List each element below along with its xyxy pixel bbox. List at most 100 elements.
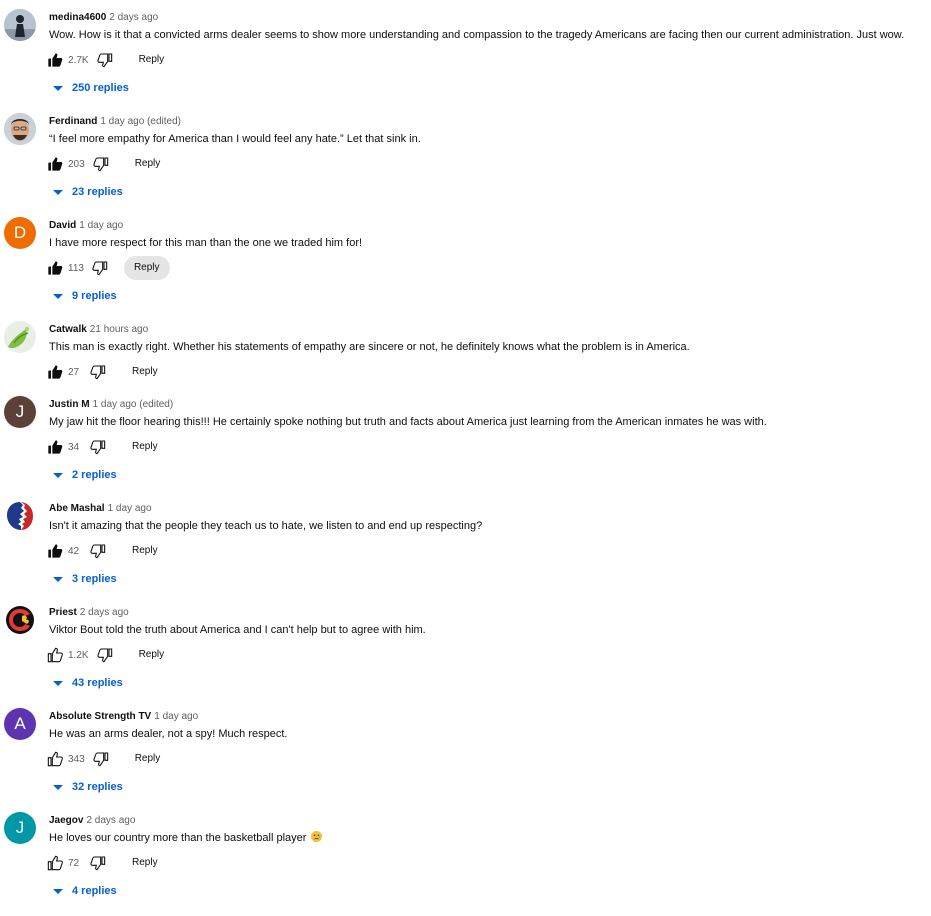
author-name[interactable]: medina4600 [49,12,106,23]
view-replies-button[interactable]: 32 replies [53,781,123,793]
thumbs-up-outline-icon [47,647,63,663]
thumbs-up-icon [48,544,63,558]
avatar[interactable] [4,604,36,636]
reply-button[interactable]: Reply [125,152,171,176]
comment-actions: 113 Reply [47,256,170,280]
comment-time[interactable]: 1 day ago [154,711,198,722]
reply-button[interactable]: Reply [129,643,175,667]
comment-actions: 2.7K Reply [47,48,174,72]
like-button[interactable] [47,647,63,663]
comment-text: Isn't it amazing that the people they te… [49,520,483,532]
comment-text: He loves our country more than the baske… [49,831,323,846]
reply-button[interactable]: Reply [125,747,171,771]
comment-thread: Ferdinand 1 day ago (edited) “I feel more… [0,113,931,217]
thumbs-up-outline-icon [47,751,63,767]
like-button[interactable] [47,543,63,559]
avatar[interactable]: A [4,708,36,740]
dislike-button[interactable] [93,751,109,767]
author-name[interactable]: Abe Mashal [49,503,105,514]
avatar[interactable]: D [4,217,36,249]
comment-thread: J Justin M1 day ago (edited) My jaw hit … [0,396,931,500]
dislike-button[interactable] [96,647,113,663]
author-name[interactable]: Absolute Strength TV [49,711,151,722]
comment-time[interactable]: 2 days ago [80,607,129,618]
reply-button[interactable]: Reply [122,360,168,384]
thumbs-down-icon [90,365,106,380]
comment-text: Viktor Bout told the truth about America… [49,624,426,636]
comment-actions: 1.2K Reply [47,643,174,667]
comment-actions: 34 Reply [47,435,168,459]
like-count: 1.2K [68,649,89,661]
like-count: 42 [68,545,80,557]
author-name[interactable]: Justin M [49,399,90,410]
avatar[interactable] [4,321,36,353]
view-replies-button[interactable]: 250 replies [53,82,129,94]
comment-time[interactable]: 2 days ago [109,12,158,23]
like-count: 27 [68,366,80,378]
reply-button[interactable]: Reply [122,851,168,875]
comment-header: David 1 day ago [49,219,123,232]
dislike-button[interactable] [90,543,106,559]
like-button[interactable] [47,751,63,767]
comment-thread: D David 1 day ago I have more respect for… [0,217,931,321]
author-name[interactable]: Ferdinand [49,116,97,127]
like-button[interactable] [47,156,63,172]
comment-text: I have more respect for this man than th… [49,237,363,249]
comment-time[interactable]: 1 day ago [79,220,123,231]
view-replies-button[interactable]: 4 replies [53,885,117,897]
like-count: 2.7K [68,54,89,66]
author-name[interactable]: Catwalk [49,324,87,335]
comment-text: “I feel more empathy for America than I … [49,133,421,145]
sad-face-emoji-icon [311,831,323,842]
thumbs-down-icon [90,544,106,559]
avatar[interactable] [4,500,36,532]
reply-button[interactable]: Reply [129,48,175,72]
thumbs-down-icon [90,856,106,871]
comment-header: Priest 2 days ago [49,606,129,619]
like-button[interactable] [47,364,63,380]
like-count: 34 [68,441,80,453]
comment-header: medina4600 2 days ago [49,11,158,24]
dislike-button[interactable] [92,260,108,276]
comment-actions: 72 Reply [47,851,168,875]
comment-time[interactable]: 2 days ago [86,815,135,826]
dislike-button[interactable] [90,439,106,455]
view-replies-button[interactable]: 3 replies [53,573,117,585]
avatar[interactable] [4,9,36,41]
like-button[interactable] [47,855,63,871]
thumbs-up-icon [48,365,63,379]
view-replies-button[interactable]: 43 replies [53,677,123,689]
chevron-down-icon [53,189,63,195]
dislike-button[interactable] [90,855,106,871]
comment-header: Abe Mashal 1 day ago [49,502,152,515]
author-name[interactable]: Priest [49,607,77,618]
comment-text: My jaw hit the floor hearing this!!! He … [49,416,767,428]
avatar[interactable] [4,113,36,145]
reply-button[interactable]: Reply [122,435,168,459]
comment-time[interactable]: 21 hours ago [90,324,148,335]
comment-text: This man is exactly right. Whether his s… [49,341,690,353]
view-replies-button[interactable]: 2 replies [53,469,117,481]
comment-text: Wow. How is it that a convicted arms dea… [49,29,905,41]
thumbs-down-icon [96,53,112,68]
comment-time[interactable]: 1 day ago (edited) [100,116,181,127]
author-name[interactable]: David [49,220,76,231]
view-replies-button[interactable]: 23 replies [53,186,123,198]
dislike-button[interactable] [90,364,106,380]
dislike-button[interactable] [96,52,113,68]
reply-button[interactable]: Reply [123,256,170,280]
comment-time[interactable]: 1 day ago (edited) [93,399,174,410]
view-replies-button[interactable]: 9 replies [53,290,117,302]
author-name[interactable]: Jaegov [49,815,83,826]
avatar[interactable]: J [4,396,36,428]
like-button[interactable] [47,260,63,276]
like-button[interactable] [47,52,63,68]
comment-header: Justin M1 day ago (edited) [49,398,173,411]
comment-header: Catwalk 21 hours ago [49,323,148,336]
like-button[interactable] [47,439,63,455]
comment-thread: A Absolute Strength TV 1 day ago He was a… [0,708,931,812]
avatar[interactable]: J [4,812,36,844]
comment-time[interactable]: 1 day ago [108,503,152,514]
reply-button[interactable]: Reply [122,539,168,563]
dislike-button[interactable] [93,156,109,172]
